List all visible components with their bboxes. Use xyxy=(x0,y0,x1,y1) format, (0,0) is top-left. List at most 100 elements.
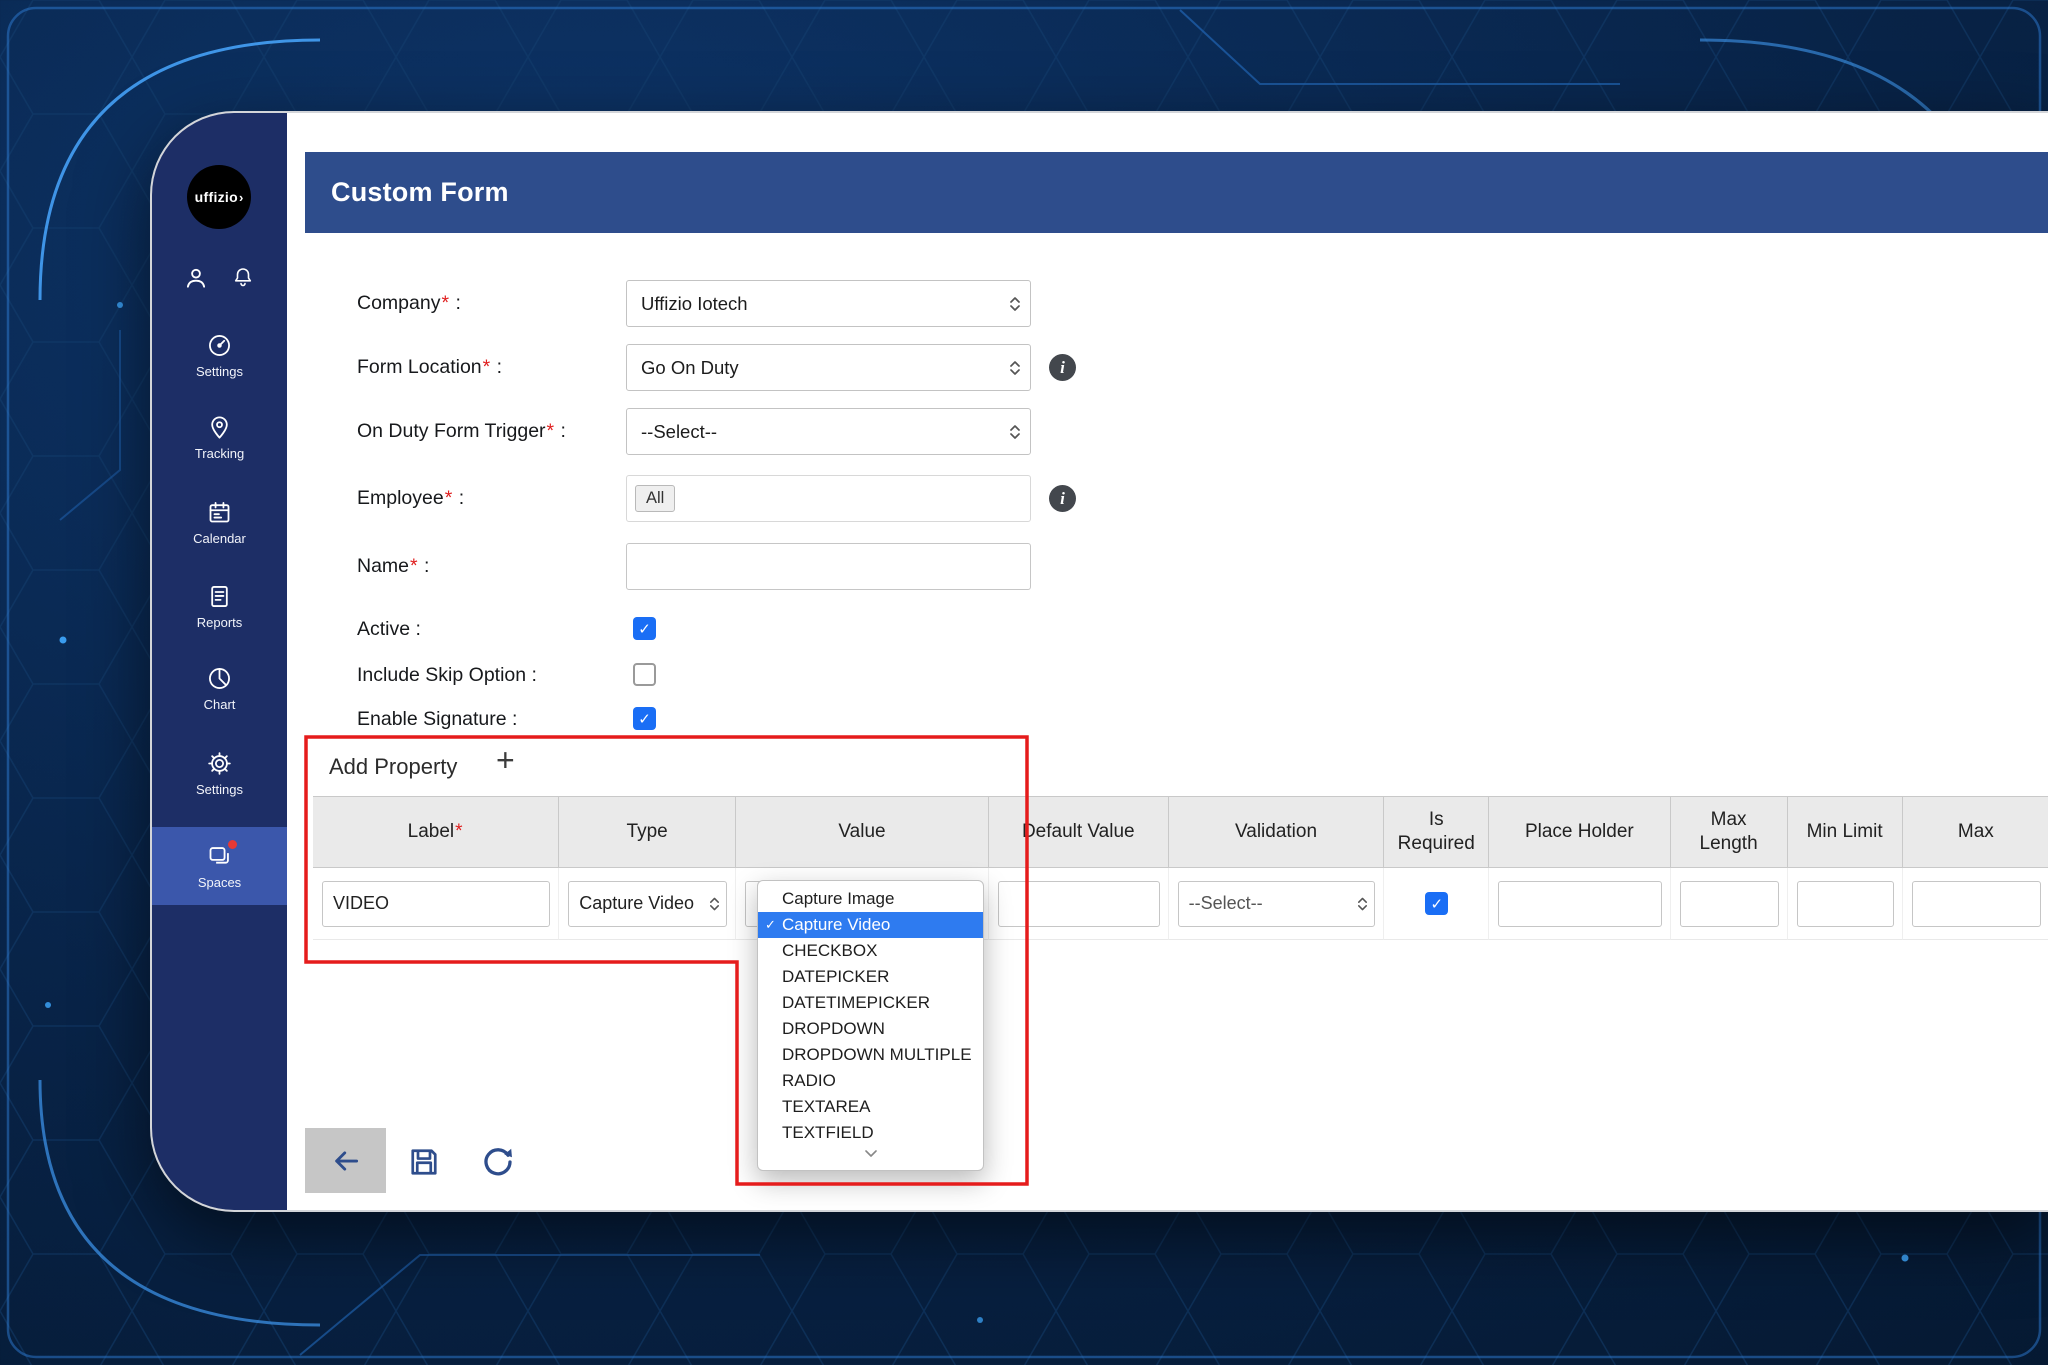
property-table: Label* Type Value Default Value Validati… xyxy=(313,796,2048,940)
column-header-max-length: Max Length xyxy=(1669,796,1788,868)
check-icon: ✓ xyxy=(638,620,651,638)
employee-row: Employee * : All i xyxy=(152,475,2048,522)
name-label: Name xyxy=(357,555,410,577)
column-header-label: Label* xyxy=(313,796,560,868)
back-button[interactable] xyxy=(305,1128,386,1193)
property-type-value: Capture Video xyxy=(579,893,694,913)
save-button[interactable] xyxy=(400,1139,448,1185)
scroll-down-icon xyxy=(758,1146,983,1162)
add-property-title: Add Property xyxy=(329,754,458,779)
trigger-selected-value: --Select-- xyxy=(641,420,718,442)
company-selected-value: Uffizio Iotech xyxy=(641,292,748,314)
property-table-header: Label* Type Value Default Value Validati… xyxy=(313,796,2048,868)
chevron-up-down-icon xyxy=(1008,359,1022,377)
column-header-place-holder: Place Holder xyxy=(1488,796,1671,868)
check-icon: ✓ xyxy=(1430,895,1444,913)
validation-select[interactable]: --Select-- xyxy=(1177,880,1376,927)
form-location-row: Form Location * : Go On Duty i xyxy=(152,344,2048,391)
property-type-select[interactable]: Capture Video xyxy=(568,880,728,927)
required-mark: * xyxy=(441,292,450,314)
chevron-up-down-icon xyxy=(1356,895,1369,912)
active-row: Active : ✓ xyxy=(152,609,2048,649)
form-location-select[interactable]: Go On Duty xyxy=(626,344,1031,391)
validation-value: --Select-- xyxy=(1188,893,1263,913)
skip-option-row: Include Skip Option : xyxy=(152,655,2048,695)
notification-dot xyxy=(228,839,237,849)
sidebar-item-settings[interactable]: Settings xyxy=(152,750,287,797)
check-icon: ✓ xyxy=(765,917,776,932)
app-window: uffizio › Settings Tracking Calendar Rep… xyxy=(150,111,2048,1212)
active-label: Active xyxy=(357,617,411,640)
refresh-icon xyxy=(484,1148,512,1176)
required-mark: * xyxy=(410,555,418,577)
employee-chip[interactable]: All xyxy=(635,485,676,512)
required-mark: * xyxy=(482,356,491,378)
dropdown-option[interactable]: DROPDOWN MULTIPLE xyxy=(758,1042,983,1068)
employee-multiselect[interactable]: All xyxy=(626,475,1031,522)
column-header-min-limit: Min Limit xyxy=(1786,796,1903,868)
sidebar-item-spaces[interactable]: Spaces xyxy=(152,827,287,905)
signature-row: Enable Signature : ✓ xyxy=(152,699,2048,739)
sidebar-item-label: Spaces xyxy=(197,874,242,890)
spaces-icon xyxy=(206,839,237,870)
page-title: Custom Form xyxy=(331,177,509,207)
min-limit-input[interactable] xyxy=(1796,880,1894,927)
column-header-value: Value xyxy=(735,796,989,868)
save-icon xyxy=(411,1149,437,1175)
name-input[interactable] xyxy=(626,543,1031,590)
chevron-up-down-icon xyxy=(1008,423,1022,441)
property-table-row: Capture Video --Select-- ✓ xyxy=(313,868,2048,940)
chevron-up-down-icon xyxy=(708,895,721,912)
info-icon[interactable]: i xyxy=(1049,485,1076,512)
employee-label: Employee xyxy=(357,487,444,509)
form-location-label: Form Location xyxy=(357,356,482,378)
dropdown-option[interactable]: DROPDOWN xyxy=(758,1016,983,1042)
gear-icon xyxy=(206,750,233,777)
is-required-checkbox[interactable]: ✓ xyxy=(1425,892,1449,915)
column-header-type: Type xyxy=(558,796,737,868)
place-holder-input[interactable] xyxy=(1498,880,1662,927)
chevron-up-down-icon xyxy=(1008,295,1022,313)
required-mark: * xyxy=(455,821,463,843)
dropdown-option-selected[interactable]: ✓ Capture Video xyxy=(758,912,983,938)
form-location-selected-value: Go On Duty xyxy=(641,356,739,378)
logo-arrow-icon: › xyxy=(238,189,244,205)
trigger-row: On Duty Form Trigger * : --Select-- xyxy=(152,408,2048,455)
dropdown-option[interactable]: DATEPICKER xyxy=(758,964,983,990)
add-property-button[interactable]: + xyxy=(496,742,515,779)
dropdown-option[interactable]: DATETIMEPICKER xyxy=(758,990,983,1016)
trigger-select[interactable]: --Select-- xyxy=(626,408,1031,455)
type-dropdown-list: Capture Image ✓ Capture Video CHECKBOX DA… xyxy=(757,880,984,1171)
sidebar-item-label: Settings xyxy=(196,782,243,797)
skip-option-label: Include Skip Option xyxy=(357,663,527,686)
company-select[interactable]: Uffizio Iotech xyxy=(626,280,1031,327)
column-header-default-value: Default Value xyxy=(987,796,1169,868)
dropdown-option[interactable]: RADIO xyxy=(758,1068,983,1094)
name-row: Name * : xyxy=(152,543,2048,590)
company-label: Company xyxy=(357,292,441,314)
company-row: Company * : Uffizio Iotech xyxy=(152,280,2048,327)
required-mark: * xyxy=(546,420,555,442)
info-icon[interactable]: i xyxy=(1049,354,1076,381)
skip-option-checkbox[interactable] xyxy=(633,663,656,686)
required-mark: * xyxy=(444,487,453,509)
page-header: Custom Form xyxy=(305,152,2048,233)
dropdown-option[interactable]: Capture Image xyxy=(758,886,983,912)
signature-label: Enable Signature xyxy=(357,707,507,730)
default-value-input[interactable] xyxy=(997,880,1160,927)
max-input[interactable] xyxy=(1911,880,2041,927)
uffizio-logo: uffizio › xyxy=(187,165,251,229)
dropdown-option[interactable]: TEXTFIELD xyxy=(758,1120,983,1146)
dropdown-option[interactable]: TEXTAREA xyxy=(758,1094,983,1120)
dropdown-option[interactable]: CHECKBOX xyxy=(758,938,983,964)
active-checkbox[interactable]: ✓ xyxy=(633,617,656,640)
signature-checkbox[interactable]: ✓ xyxy=(633,707,656,730)
column-header-max: Max xyxy=(1901,796,2048,868)
max-length-input[interactable] xyxy=(1679,880,1779,927)
trigger-label: On Duty Form Trigger xyxy=(357,420,546,442)
column-header-is-required: Is Required xyxy=(1383,796,1490,868)
logo-text: uffizio xyxy=(194,189,238,205)
refresh-button[interactable] xyxy=(474,1139,522,1185)
arrow-left-icon xyxy=(334,1150,358,1171)
property-label-input[interactable] xyxy=(322,880,551,927)
